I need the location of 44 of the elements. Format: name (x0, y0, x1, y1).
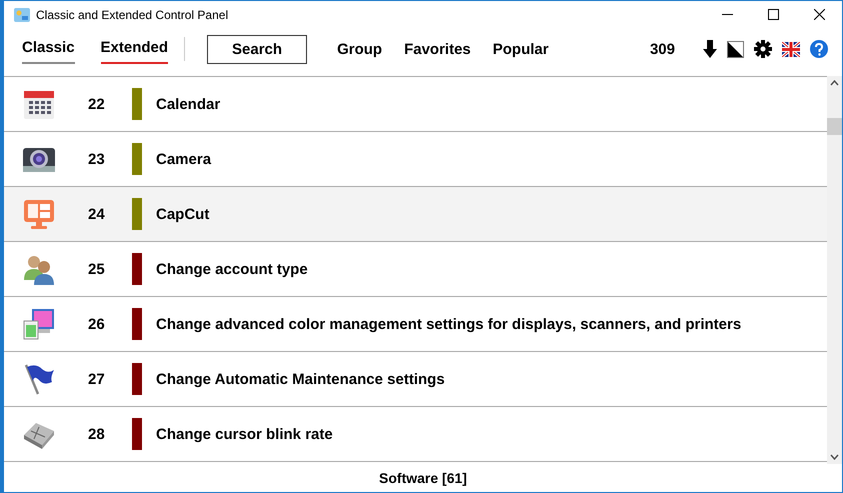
download-icon[interactable] (703, 40, 717, 58)
item-number: 28 (88, 426, 106, 442)
monitor-icon (22, 197, 56, 231)
item-label: Change advanced color management settings for displays, scanners, and printers (156, 316, 742, 332)
scroll-up-icon[interactable] (830, 80, 839, 86)
window-title: Classic and Extended Control Panel (36, 8, 230, 22)
scroll-down-icon[interactable] (830, 454, 839, 460)
item-number: 25 (88, 260, 106, 278)
item-label: CapCut (156, 206, 210, 222)
item-label: Change account type (156, 260, 308, 278)
color-monitor-icon (22, 307, 56, 341)
scrollbar[interactable] (827, 76, 842, 464)
maximize-icon[interactable] (768, 9, 778, 20)
item-number: 24 (88, 206, 106, 222)
item-label: Change Automatic Maintenance settings (156, 370, 445, 388)
close-icon[interactable] (814, 9, 824, 20)
list-row[interactable]: 25 Change account type (4, 242, 827, 297)
list-row[interactable]: 27 Change Automatic Maintenance settings (4, 352, 827, 407)
item-number: 26 (88, 316, 106, 332)
nav-link[interactable]: Favorites (404, 40, 471, 58)
item-number: 22 (88, 96, 106, 112)
scroll-thumb[interactable] (827, 118, 842, 135)
list-row[interactable]: 24 CapCut (4, 187, 827, 242)
item-label: Calendar (156, 96, 220, 112)
list-row[interactable]: 28 Change cursor blink rate (4, 407, 827, 462)
tab[interactable]: Classic (22, 34, 75, 64)
item-number: 23 (88, 150, 106, 168)
flag-icon (22, 362, 56, 396)
tab[interactable]: Extended (100, 34, 168, 64)
nav-link[interactable]: Group (337, 40, 382, 58)
search-button[interactable]: Search (207, 34, 308, 64)
item-number: 27 (88, 370, 106, 388)
app-icon (14, 6, 30, 22)
status-text: Software [61] (379, 470, 467, 486)
help-icon[interactable] (810, 40, 828, 58)
item-count: 309 (650, 40, 675, 58)
contrast-icon[interactable] (727, 40, 744, 58)
item-label: Camera (156, 150, 212, 168)
item-label: Change cursor blink rate (156, 426, 333, 442)
list-row[interactable]: 22 Calendar (4, 77, 827, 132)
nav-link[interactable]: Popular (492, 40, 549, 58)
flag-icon[interactable] (782, 42, 800, 56)
list-row[interactable]: 26 Change advanced color management settings for displays, scanners, and printers (4, 297, 827, 352)
settings-icon[interactable] (754, 40, 772, 58)
